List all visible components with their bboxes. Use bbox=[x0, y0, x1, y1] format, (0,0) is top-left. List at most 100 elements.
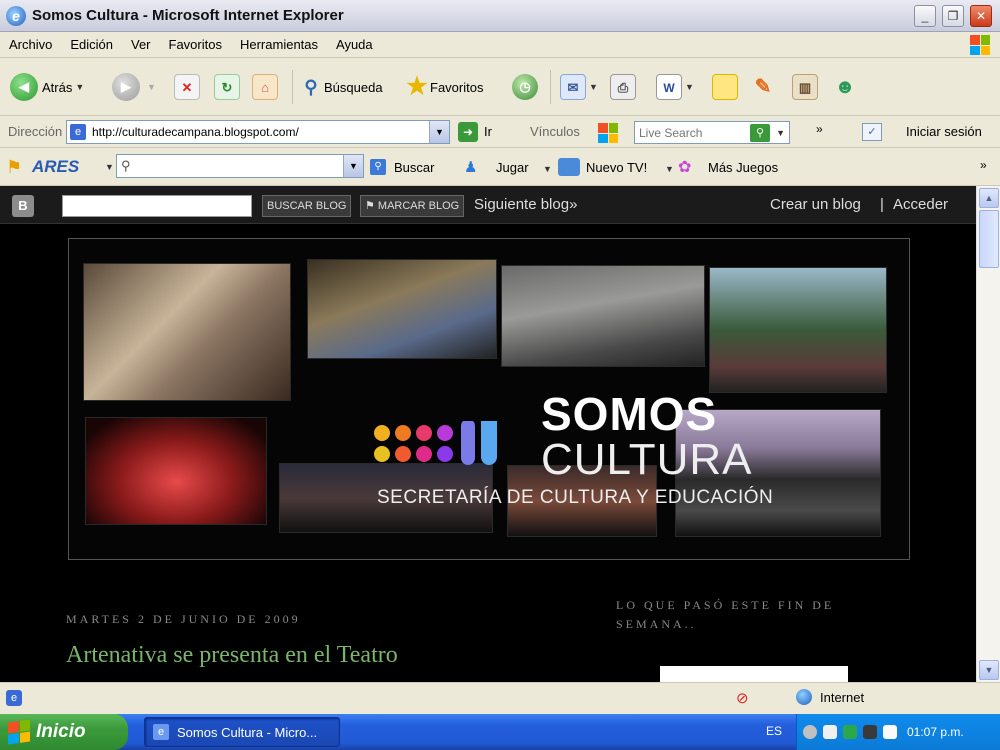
signin-icon: ✓ bbox=[862, 123, 882, 141]
address-field[interactable]: e http://culturadecampana.blogspot.com/ … bbox=[66, 120, 450, 144]
search-icon: ⚲ bbox=[304, 77, 318, 97]
flag-blog-label: MARCAR BLOG bbox=[377, 200, 460, 212]
forward-button[interactable]: ▶ ▼ bbox=[112, 70, 156, 104]
language-indicator[interactable]: ES bbox=[766, 724, 782, 738]
minimize-button[interactable]: _ bbox=[914, 5, 936, 27]
maximize-button[interactable]: ❐ bbox=[942, 5, 964, 27]
print-button[interactable]: ⎙ bbox=[610, 70, 636, 104]
chevron-down-icon[interactable]: ▼ bbox=[665, 164, 674, 174]
chevron-down-icon[interactable]: ▼ bbox=[105, 162, 114, 172]
search-go-icon[interactable]: ⚲ bbox=[750, 123, 771, 142]
edit-button[interactable]: W ▼ bbox=[656, 70, 694, 104]
ares-play-button[interactable]: Jugar bbox=[496, 160, 529, 175]
chevron-down-icon[interactable]: ▼ bbox=[343, 155, 363, 177]
ares-search-box[interactable]: ⚲ ▼ bbox=[116, 154, 364, 178]
favorites-button[interactable]: ★ Favoritos bbox=[404, 70, 483, 104]
menu-bar: Archivo Edición Ver Favoritos Herramientas Ay… bbox=[0, 32, 1000, 58]
mail-button[interactable]: ✉ ▼ bbox=[560, 70, 598, 104]
live-search-box[interactable]: ⚲ ▼ bbox=[634, 121, 790, 144]
notes-button[interactable] bbox=[712, 70, 738, 104]
start-button[interactable]: Inicio bbox=[0, 714, 128, 750]
messenger-button[interactable]: ☻ bbox=[832, 70, 858, 104]
back-button[interactable]: ◀ Atrás ▼ bbox=[10, 70, 84, 104]
volume-tray-icon[interactable] bbox=[883, 725, 897, 739]
home-button[interactable]: ⌂ bbox=[252, 70, 278, 104]
clock[interactable]: 01:07 p.m. bbox=[907, 725, 964, 739]
refresh-button[interactable]: ↻ bbox=[214, 70, 240, 104]
network-tray-icon[interactable] bbox=[863, 725, 877, 739]
toolbar-overflow-icon[interactable]: » bbox=[816, 122, 823, 136]
menu-archivo[interactable]: Archivo bbox=[0, 32, 61, 58]
scroll-up-icon[interactable]: ▲ bbox=[979, 188, 999, 208]
logo-title-somos: SOMOS bbox=[541, 388, 718, 440]
research-button[interactable]: ▥ bbox=[792, 70, 818, 104]
chevron-down-icon[interactable]: ▼ bbox=[776, 128, 785, 138]
ares-brand: ARES bbox=[32, 157, 80, 176]
go-arrow-icon[interactable]: ➜ bbox=[458, 122, 478, 142]
go-button[interactable]: Ir bbox=[484, 124, 492, 139]
sidebar-image[interactable] bbox=[660, 666, 848, 682]
menu-edicion[interactable]: Edición bbox=[61, 32, 122, 58]
logo-dots-icon bbox=[374, 421, 497, 465]
post-date: MARTES 2 DE JUNIO DE 2009 bbox=[66, 612, 301, 626]
toolbar-separator bbox=[550, 70, 551, 104]
close-button[interactable]: ✕ bbox=[970, 5, 992, 27]
menu-herramientas[interactable]: Herramientas bbox=[231, 32, 327, 58]
refresh-icon: ↻ bbox=[214, 74, 240, 100]
gallery-photo bbox=[83, 263, 291, 401]
chevron-down-icon[interactable]: ▼ bbox=[147, 82, 156, 92]
menu-ver[interactable]: Ver bbox=[122, 32, 160, 58]
popup-blocker-icon[interactable]: ⊘ bbox=[736, 689, 749, 707]
star-icon: ★ bbox=[406, 73, 428, 100]
ares-tv-button[interactable]: Nuevo TV! bbox=[586, 160, 647, 175]
scroll-down-icon[interactable]: ▼ bbox=[979, 660, 999, 680]
toolbar-separator bbox=[292, 70, 293, 104]
back-label: Atrás bbox=[42, 79, 73, 95]
chevron-down-icon[interactable]: ▼ bbox=[589, 82, 598, 92]
task-label: Somos Cultura - Micro... bbox=[177, 724, 318, 740]
history-button[interactable]: ◷ bbox=[512, 70, 542, 104]
ares-search-button[interactable]: Buscar bbox=[394, 160, 434, 175]
page-icon: e bbox=[70, 124, 86, 140]
standard-toolbar: ◀ Atrás ▼ ▶ ▼ ✕ ↻ ⌂ ⚲ Búsqueda ★ Favoritos… bbox=[0, 58, 1000, 116]
page-status-icon: e bbox=[6, 690, 22, 706]
chevron-down-icon[interactable]: ▼ bbox=[685, 82, 694, 92]
post-title[interactable]: Artenativa se presenta en el Teatro bbox=[66, 642, 398, 669]
back-arrow-icon: ◀ bbox=[10, 73, 38, 101]
search-blog-button[interactable]: BUSCAR BLOG bbox=[262, 195, 352, 217]
messenger-tray-icon[interactable] bbox=[843, 725, 857, 739]
vertical-scrollbar[interactable]: ▲ ▼ bbox=[976, 186, 1000, 682]
toolbar-overflow-icon[interactable]: » bbox=[980, 158, 987, 172]
messenger-pen-button[interactable]: ✎ bbox=[750, 70, 776, 104]
flag-blog-button[interactable]: ⚑ MARCAR BLOG bbox=[360, 195, 465, 217]
chevron-down-icon[interactable]: ▼ bbox=[543, 164, 552, 174]
blog-search-input[interactable] bbox=[62, 195, 252, 217]
stop-button[interactable]: ✕ bbox=[174, 70, 200, 104]
signin-button[interactable]: Iniciar sesión bbox=[906, 124, 982, 139]
menu-favoritos[interactable]: Favoritos bbox=[160, 32, 231, 58]
login-link[interactable]: Acceder bbox=[893, 196, 948, 213]
title-bar: e Somos Cultura - Microsoft Internet Exp… bbox=[0, 0, 1000, 32]
next-blog-link[interactable]: Siguiente blog» bbox=[474, 196, 577, 213]
live-search-input[interactable] bbox=[635, 125, 751, 140]
chevron-down-icon[interactable]: ▼ bbox=[429, 121, 449, 143]
system-tray: 01:07 p.m. bbox=[796, 714, 1000, 750]
chevron-down-icon[interactable]: ▼ bbox=[75, 82, 84, 92]
windows-logo-icon bbox=[970, 35, 990, 55]
star-tray-icon[interactable] bbox=[823, 725, 837, 739]
create-blog-link[interactable]: Crear un blog bbox=[770, 196, 861, 213]
header-banner[interactable]: SOMOS CULTURA SECRETARÍA DE CULTURA Y ED… bbox=[68, 238, 910, 560]
taskbar: Inicio e Somos Cultura - Micro... ES 01:… bbox=[0, 714, 1000, 750]
links-label[interactable]: Vínculos bbox=[530, 124, 580, 139]
taskbar-item-ie[interactable]: e Somos Cultura - Micro... bbox=[144, 717, 340, 747]
menu-ayuda[interactable]: Ayuda bbox=[327, 32, 382, 58]
blogger-icon[interactable]: B bbox=[12, 195, 34, 217]
ares-games-button[interactable]: Más Juegos bbox=[708, 160, 778, 175]
back-tray-icon[interactable] bbox=[803, 725, 817, 739]
address-url[interactable]: http://culturadecampana.blogspot.com/ bbox=[86, 125, 429, 139]
scroll-thumb[interactable] bbox=[979, 210, 999, 268]
window-title: Somos Cultura - Microsoft Internet Explo… bbox=[32, 7, 344, 24]
ares-logo-icon: ⚑ bbox=[6, 157, 23, 177]
search-button[interactable]: ⚲ Búsqueda bbox=[298, 70, 382, 104]
people-icon: ☻ bbox=[834, 76, 856, 98]
